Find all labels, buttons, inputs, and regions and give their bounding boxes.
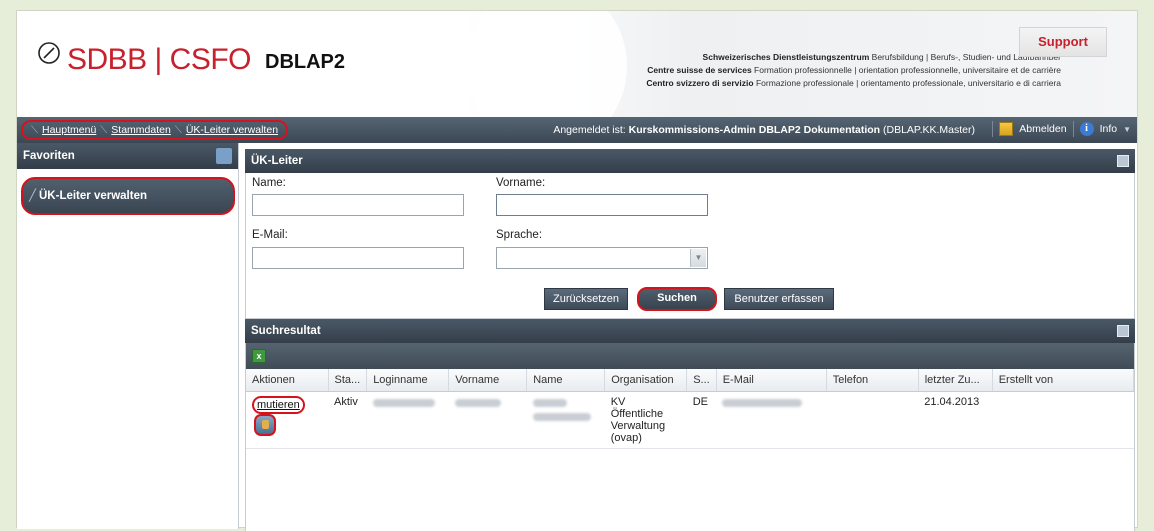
user-edit-icon[interactable] — [254, 413, 276, 436]
cell-sprache: DE — [686, 391, 717, 449]
col-erstellt-von[interactable]: Erstellt von — [992, 369, 1135, 392]
name-label: Name: — [252, 177, 286, 189]
search-panel-header: ÜK-Leiter — [245, 149, 1135, 173]
results-panel: Suchresultat x Aktionen Sta... Loginname… — [245, 319, 1135, 531]
mutieren-link[interactable]: mutieren — [252, 395, 305, 414]
item-slash-icon: ╱ — [29, 190, 36, 202]
vorname-input[interactable] — [496, 194, 708, 216]
sprache-label: Sprache: — [496, 229, 543, 241]
col-status[interactable]: Sta... — [328, 369, 368, 392]
header-decoration — [467, 11, 627, 117]
collapse-icon[interactable] — [1117, 325, 1129, 337]
favorites-sidebar: Favoriten ╱ ÜK-Leiter verwalten — [17, 143, 239, 529]
email-label: E-Mail: — [252, 229, 288, 241]
login-user: Kurskommissions-Admin DBLAP2 Dokumentati… — [628, 124, 881, 136]
search-button[interactable]: Suchen — [637, 287, 717, 311]
tagline: Schweizerisches Dienstleistungszentrum B… — [611, 51, 1061, 90]
tagline-line-de: Schweizerisches Dienstleistungszentrum B… — [702, 52, 1061, 62]
cell-loginname — [366, 391, 449, 449]
sidebar-item-uek-leiter[interactable]: ╱ ÜK-Leiter verwalten — [21, 177, 235, 215]
redacted-text — [454, 398, 501, 407]
info-icon[interactable]: i — [1079, 122, 1094, 136]
favorites-header: Favoriten — [17, 143, 238, 169]
redacted-text — [722, 398, 803, 407]
cell-vorname — [448, 391, 527, 449]
reset-button[interactable]: Zurücksetzen — [544, 288, 628, 310]
tagline-line-fr: Centre suisse de services Formation prof… — [647, 65, 1061, 75]
chevron-down-icon[interactable]: ▼ — [1123, 125, 1131, 134]
col-aktionen[interactable]: Aktionen — [246, 369, 329, 392]
col-organisation[interactable]: Organisation — [604, 369, 688, 392]
app-name: DBLAP2 — [265, 51, 346, 73]
search-form: Name: Vorname: E-Mail: Sprache: ▼ Zurück… — [245, 173, 1135, 319]
results-body: x Aktionen Sta... Loginname Vorname Name… — [245, 343, 1135, 531]
nav-divider — [992, 121, 994, 137]
col-telefon[interactable]: Telefon — [826, 369, 919, 392]
breadcrumb-stammdaten[interactable]: Stammdaten — [111, 124, 171, 136]
login-info: Angemeldet ist: Kurskommissions-Admin DB… — [553, 124, 975, 136]
col-email[interactable]: E-Mail — [716, 369, 827, 392]
app-frame: SDBB | CSFO DBLAP2 Schweizerisches Diens… — [16, 10, 1138, 531]
breadcrumb-uek-leiter[interactable]: ÜK-Leiter verwalten — [186, 124, 278, 136]
breadcrumb: ⟍ Hauptmenü ⟍ Stammdaten ⟍ ÜK-Leiter ver… — [21, 120, 289, 140]
nav-divider — [1072, 121, 1074, 137]
cell-telefon — [826, 391, 919, 449]
cell-letzter-zugriff: 21.04.2013 — [918, 391, 993, 449]
search-panel: ÜK-Leiter Name: Vorname: E-Mail: Sprache… — [245, 149, 1135, 319]
breadcrumb-separator-icon: ⟍ — [31, 124, 38, 136]
logout-icon[interactable] — [999, 122, 1014, 136]
table-header-row: Aktionen Sta... Loginname Vorname Name O… — [246, 369, 1135, 392]
info-menu[interactable]: Info — [1100, 123, 1118, 135]
col-vorname[interactable]: Vorname — [448, 369, 528, 392]
vorname-label: Vorname: — [496, 177, 546, 189]
name-input[interactable] — [252, 194, 464, 216]
redacted-text — [532, 398, 567, 407]
sprache-select[interactable]: ▼ — [496, 247, 708, 269]
support-button[interactable]: Support — [1019, 27, 1107, 57]
collapse-icon[interactable] — [1117, 155, 1129, 167]
tag-icon[interactable] — [216, 148, 232, 164]
results-panel-header: Suchresultat — [245, 319, 1135, 343]
results-table: Aktionen Sta... Loginname Vorname Name O… — [246, 369, 1135, 449]
cell-email — [716, 391, 827, 449]
excel-export-icon[interactable]: x — [252, 349, 266, 363]
breadcrumb-separator-icon: ⟍ — [174, 124, 182, 136]
breadcrumb-hauptmenu[interactable]: Hauptmenü — [42, 124, 96, 136]
cell-status: Aktiv — [328, 391, 367, 449]
table-row[interactable]: mutieren Aktiv KV Öffentliche Verwaltung… — [246, 391, 1134, 449]
app-header: SDBB | CSFO DBLAP2 Schweizerisches Diens… — [17, 11, 1137, 117]
tagline-line-it: Centro svizzero di servizio Formazione p… — [646, 78, 1061, 88]
logo[interactable]: SDBB | CSFO DBLAP2 — [37, 41, 345, 77]
results-toolbar: x — [246, 343, 1134, 369]
brand-name: SDBB | CSFO — [67, 43, 252, 76]
nav-actions: Abmelden i Info ▼ — [992, 121, 1131, 137]
col-sprache[interactable]: S... — [686, 369, 717, 392]
add-user-button[interactable]: Benutzer erfassen — [724, 288, 834, 310]
col-letzter-zugriff[interactable]: letzter Zu... — [918, 369, 993, 392]
breadcrumb-separator-icon: ⟍ — [100, 124, 108, 136]
cell-organisation: KV Öffentliche Verwaltung (ovap) — [604, 391, 687, 449]
top-navbar: ⟍ Hauptmenü ⟍ Stammdaten ⟍ ÜK-Leiter ver… — [17, 117, 1137, 143]
col-name[interactable]: Name — [526, 369, 606, 392]
cell-erstellt-von — [992, 391, 1134, 449]
redacted-text — [372, 398, 435, 407]
sidebar-item-label: ÜK-Leiter verwalten — [39, 190, 148, 202]
email-input[interactable] — [252, 247, 464, 269]
cell-name — [526, 391, 605, 449]
chevron-down-icon[interactable]: ▼ — [690, 249, 706, 267]
cell-actions: mutieren — [246, 391, 328, 449]
logout-link[interactable]: Abmelden — [1019, 123, 1066, 135]
col-loginname[interactable]: Loginname — [366, 369, 450, 392]
compass-icon — [38, 42, 60, 64]
redacted-text — [532, 412, 591, 421]
